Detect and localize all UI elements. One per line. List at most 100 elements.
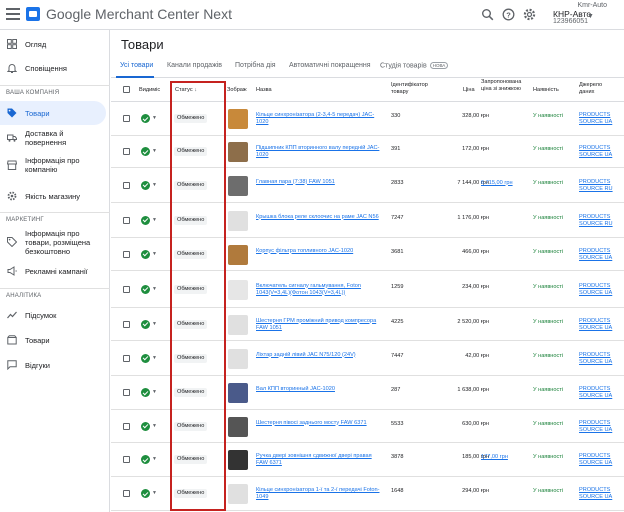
row-checkbox[interactable]: [123, 250, 130, 258]
row-checkbox[interactable]: [123, 148, 130, 155]
product-name-link[interactable]: Включатель сигналу гальмування, Foton 10…: [256, 283, 381, 297]
product-thumbnail[interactable]: [228, 450, 248, 470]
row-checkbox[interactable]: [123, 285, 130, 293]
visibility-caret-icon[interactable]: ▼: [152, 182, 157, 188]
data-source-link[interactable]: PRODUCTS SOURCE RU: [579, 179, 619, 193]
column-price[interactable]: Ціна: [463, 87, 475, 94]
product-name-link[interactable]: Ліхтар задній лівий JAC N75/120 (24V): [256, 352, 381, 359]
visibility-caret-icon[interactable]: ▼: [152, 217, 157, 223]
column-name[interactable]: Назва: [256, 87, 272, 94]
data-source-link[interactable]: PRODUCTS SOURCE UA: [579, 145, 619, 159]
data-source-link[interactable]: PRODUCTS SOURCE UA: [579, 352, 619, 366]
visibility-check-icon[interactable]: [141, 489, 150, 498]
visibility-check-icon[interactable]: [141, 215, 150, 225]
visibility-check-icon[interactable]: [141, 180, 150, 190]
data-source-link[interactable]: PRODUCTS SOURCE UA: [579, 453, 619, 467]
column-sale-price[interactable]: Запропонована ціна зі знижкою: [481, 79, 529, 92]
visibility-check-icon[interactable]: [141, 284, 150, 294]
product-thumbnail[interactable]: [228, 279, 248, 300]
visibility-caret-icon[interactable]: ▼: [152, 251, 157, 257]
tab-action-needed[interactable]: Потрібна дія: [235, 62, 276, 69]
visibility-caret-icon[interactable]: ▼: [152, 389, 157, 395]
data-source-link[interactable]: PRODUCTS SOURCE UA: [579, 386, 619, 400]
visibility-caret-icon[interactable]: ▼: [152, 286, 157, 292]
product-thumbnail[interactable]: [228, 210, 248, 231]
tab-product-studio[interactable]: Студія товарів НОВА: [380, 62, 449, 69]
visibility-caret-icon[interactable]: ▼: [152, 456, 157, 462]
visibility-check-icon[interactable]: [141, 455, 150, 464]
product-name-link[interactable]: Шестерня півосі заднього мосту FAW 6371: [256, 420, 381, 427]
row-checkbox[interactable]: [123, 115, 130, 122]
product-name-link[interactable]: Вал КПП вторинный JAC-1020: [256, 386, 381, 393]
column-availability[interactable]: Наявність: [533, 87, 559, 94]
visibility-caret-icon[interactable]: ▼: [152, 355, 157, 361]
column-id[interactable]: Ідентифікатор товару: [391, 82, 441, 95]
sidebar-item-notifications[interactable]: Сповіщення: [0, 56, 106, 80]
data-source-link[interactable]: PRODUCTS SOURCE UA: [579, 112, 619, 126]
sidebar-item-reviews[interactable]: Відгуки: [0, 353, 106, 377]
data-source-link[interactable]: PRODUCTS SOURCE UA: [579, 487, 619, 501]
product-name-link[interactable]: Корпус фільтра топливного JAC-1020: [256, 248, 381, 255]
sidebar-item-analytics-products[interactable]: Товари: [0, 328, 106, 352]
visibility-check-icon[interactable]: [141, 388, 150, 397]
visibility-caret-icon[interactable]: ▼: [152, 148, 157, 154]
sale-price-link[interactable]: 6 715,00 грн: [481, 180, 513, 186]
product-thumbnail[interactable]: [228, 348, 248, 369]
menu-icon[interactable]: [6, 8, 20, 20]
product-thumbnail[interactable]: [228, 314, 248, 335]
row-checkbox[interactable]: [123, 422, 130, 430]
column-status[interactable]: Статус ↓: [175, 87, 197, 94]
product-thumbnail[interactable]: [228, 175, 248, 196]
sidebar-item-campaigns[interactable]: Рекламні кампанії: [0, 259, 106, 283]
data-source-link[interactable]: PRODUCTS SOURCE UA: [579, 420, 619, 434]
select-all-checkbox[interactable]: [123, 86, 130, 93]
product-name-link[interactable]: Крышка блока реле склоочис на раме JAC N…: [256, 214, 381, 221]
product-name-link[interactable]: Шестерня ГРМ проміжний привод компресора…: [256, 318, 381, 332]
product-thumbnail[interactable]: [228, 244, 248, 265]
row-checkbox[interactable]: [123, 490, 130, 497]
visibility-check-icon[interactable]: [141, 421, 150, 431]
visibility-check-icon[interactable]: [141, 353, 150, 363]
account-caret-icon[interactable]: ▼: [587, 13, 594, 20]
tab-all-products[interactable]: Усі товари: [120, 62, 153, 69]
data-source-link[interactable]: PRODUCTS SOURCE UA: [579, 248, 619, 262]
product-name-link[interactable]: Главная пара (7:38) FAW 1051: [256, 179, 381, 186]
account-switcher[interactable]: Kmr-Auto КНР-Авто 123966051: [553, 2, 613, 26]
visibility-check-icon[interactable]: [141, 319, 150, 329]
sidebar-item-store-quality[interactable]: Якість магазину: [0, 184, 106, 208]
product-name-link[interactable]: Кільце синхронізатора (2-3,4-5 передач) …: [256, 112, 381, 126]
product-name-link[interactable]: Ручка двері зовнішня сдвижної двері прав…: [256, 453, 381, 467]
row-checkbox[interactable]: [123, 216, 130, 224]
sale-price-link[interactable]: 177,00 грн: [481, 454, 508, 460]
visibility-check-icon[interactable]: [141, 147, 150, 156]
row-checkbox[interactable]: [123, 181, 130, 189]
product-thumbnail[interactable]: [228, 383, 248, 403]
tab-auto-improvements[interactable]: Автоматичні покращення: [289, 62, 371, 69]
sort-arrow-down-icon[interactable]: ↓: [194, 87, 197, 93]
product-thumbnail[interactable]: [228, 142, 248, 162]
row-checkbox[interactable]: [123, 389, 130, 396]
product-thumbnail[interactable]: [228, 484, 248, 504]
help-icon[interactable]: ?: [502, 8, 515, 21]
column-visibility[interactable]: Видиміс: [139, 87, 160, 94]
sidebar-item-products[interactable]: Товари: [0, 101, 106, 125]
data-source-link[interactable]: PRODUCTS SOURCE RU: [579, 214, 619, 228]
sidebar-item-overview[interactable]: Огляд: [0, 32, 106, 56]
visibility-check-icon[interactable]: [141, 114, 150, 123]
sidebar-item-free-listings[interactable]: Інформація про товари, розміщена безкошт…: [0, 228, 106, 256]
sidebar-item-shipping-returns[interactable]: Доставка й повернення: [0, 126, 106, 150]
row-checkbox[interactable]: [123, 456, 130, 463]
data-source-link[interactable]: PRODUCTS SOURCE UA: [579, 318, 619, 332]
settings-gear-icon[interactable]: [523, 8, 536, 21]
product-thumbnail[interactable]: [228, 109, 248, 129]
column-data-source[interactable]: Джерело даних: [579, 82, 619, 95]
row-checkbox[interactable]: [123, 354, 130, 362]
visibility-caret-icon[interactable]: ▼: [152, 115, 157, 121]
sidebar-item-summary[interactable]: Підсумок: [0, 303, 106, 327]
tab-sales-channels[interactable]: Канали продажів: [167, 62, 222, 69]
search-icon[interactable]: [481, 8, 494, 21]
data-source-link[interactable]: PRODUCTS SOURCE UA: [579, 283, 619, 297]
product-thumbnail[interactable]: [228, 416, 248, 437]
visibility-caret-icon[interactable]: ▼: [152, 423, 157, 429]
row-checkbox[interactable]: [123, 320, 130, 328]
